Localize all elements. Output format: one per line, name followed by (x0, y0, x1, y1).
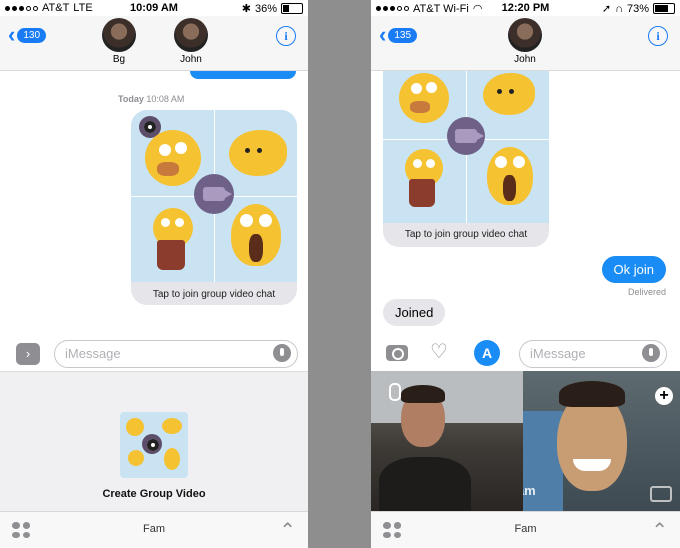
status-bar: AT&T Wi-Fi ◠ 12:20 PM ➚ ∩ 73% (371, 0, 680, 16)
avatar (174, 18, 208, 52)
shocked-emoji-icon (487, 147, 533, 205)
message-input-placeholder: iMessage (530, 346, 586, 361)
chevron-left-icon: ‹ (8, 22, 16, 47)
conversation-group-label: Fam (514, 523, 537, 535)
message-input-placeholder: iMessage (65, 346, 121, 361)
battery-icon (281, 3, 303, 14)
create-group-video-thumbnail[interactable] (120, 412, 188, 478)
compose-bar: › iMessage (0, 337, 308, 371)
sent-message-bubble[interactable]: Ok join (601, 256, 666, 283)
app-bottom-bar: Fam ⌃ (371, 511, 680, 548)
right-phone-screen: AT&T Wi-Fi ◠ 12:20 PM ➚ ∩ 73% ‹ 135 John… (371, 0, 680, 548)
popcorn-bucket-icon (409, 179, 435, 207)
flip-camera-icon[interactable] (650, 486, 672, 502)
location-icon: ➚ (601, 3, 612, 15)
battery-percent: 36% (254, 2, 277, 15)
popcorn-bucket-icon (157, 240, 185, 270)
video-camera-icon (194, 174, 234, 214)
back-button[interactable]: ‹ 135 (379, 22, 418, 47)
battery-icon (653, 3, 675, 14)
microphone-icon[interactable] (642, 344, 660, 362)
camera-icon[interactable] (386, 345, 408, 361)
microphone-icon (389, 383, 401, 401)
sticker-grid (131, 110, 297, 282)
video-feed-participant-1[interactable] (371, 371, 523, 512)
card-caption: Tap to join group video chat (152, 289, 276, 300)
contact-bg[interactable]: Bg (94, 18, 144, 65)
tongue-emoji-icon (145, 130, 201, 186)
left-phone-screen: AT&T LTE 10:09 AM ✱ 36% ‹ 130 Bg John i … (0, 0, 308, 548)
conversation-header: ‹ 130 Bg John i (0, 16, 308, 71)
contact-name: John (180, 54, 202, 65)
plus-icon[interactable]: + (655, 387, 673, 405)
divider (308, 0, 371, 548)
received-message-bubble[interactable]: Joined (383, 299, 446, 326)
timestamp-time: 10:08 AM (146, 94, 185, 104)
tongue-emoji-icon (399, 73, 449, 123)
unread-count-badge: 130 (17, 27, 47, 43)
kissing-emoji-icon (229, 130, 287, 176)
avatar (508, 18, 542, 52)
message-input[interactable]: iMessage (54, 340, 298, 368)
contact-name: Bg (112, 54, 126, 65)
compose-bar: ♡ A iMessage (371, 337, 680, 371)
delivered-status: Delivered (627, 287, 666, 297)
contact-name: John (514, 54, 536, 65)
card-caption: Tap to join group video chat (404, 229, 528, 240)
avatar (102, 18, 136, 52)
timestamp-day: Today (118, 94, 144, 104)
video-camera-icon (447, 117, 485, 155)
contact-john[interactable]: John (166, 18, 216, 65)
chevron-up-icon[interactable]: ⌃ (651, 518, 668, 543)
group-video-message-card[interactable]: Tap to join group video chat (131, 110, 297, 305)
chevron-left-icon: ‹ (379, 22, 387, 47)
message-timestamp: Today 10:08 AM (118, 94, 184, 104)
chevron-up-icon[interactable]: ⌃ (279, 518, 296, 543)
sticker-grid (383, 71, 549, 223)
heart-digital-touch-icon[interactable]: ♡ (430, 342, 448, 362)
unread-count-badge: 135 (388, 27, 418, 43)
contact-john[interactable]: John (500, 18, 550, 65)
expand-apps-button[interactable]: › (16, 343, 40, 365)
previous-sent-message (190, 71, 296, 79)
app-store-icon[interactable]: A (474, 340, 500, 366)
create-group-video-label[interactable]: Create Group Video (0, 488, 308, 500)
conversation-group-label: Fam (143, 523, 165, 535)
headphones-icon: ∩ (615, 2, 623, 15)
bluetooth-icon: ✱ (241, 3, 251, 15)
group-video-message-card[interactable]: Tap to join group video chat (383, 71, 549, 247)
back-button[interactable]: ‹ 130 (8, 22, 47, 47)
app-drawer: Create Group Video (0, 371, 308, 513)
conversation-header: ‹ 135 John i (371, 16, 680, 71)
battery-percent: 73% (626, 2, 649, 15)
info-icon[interactable]: i (648, 26, 668, 46)
info-icon[interactable]: i (276, 26, 296, 46)
app-bottom-bar: Fam ⌃ (0, 511, 308, 548)
group-name-label: Fam (523, 483, 536, 498)
video-feed-participant-2[interactable]: Fam + (523, 371, 680, 512)
microphone-icon[interactable] (273, 344, 291, 362)
status-bar: AT&T LTE 10:09 AM ✱ 36% (0, 0, 308, 16)
shocked-emoji-icon (231, 204, 281, 266)
message-input[interactable]: iMessage (519, 340, 667, 368)
kissing-emoji-icon (483, 73, 535, 115)
